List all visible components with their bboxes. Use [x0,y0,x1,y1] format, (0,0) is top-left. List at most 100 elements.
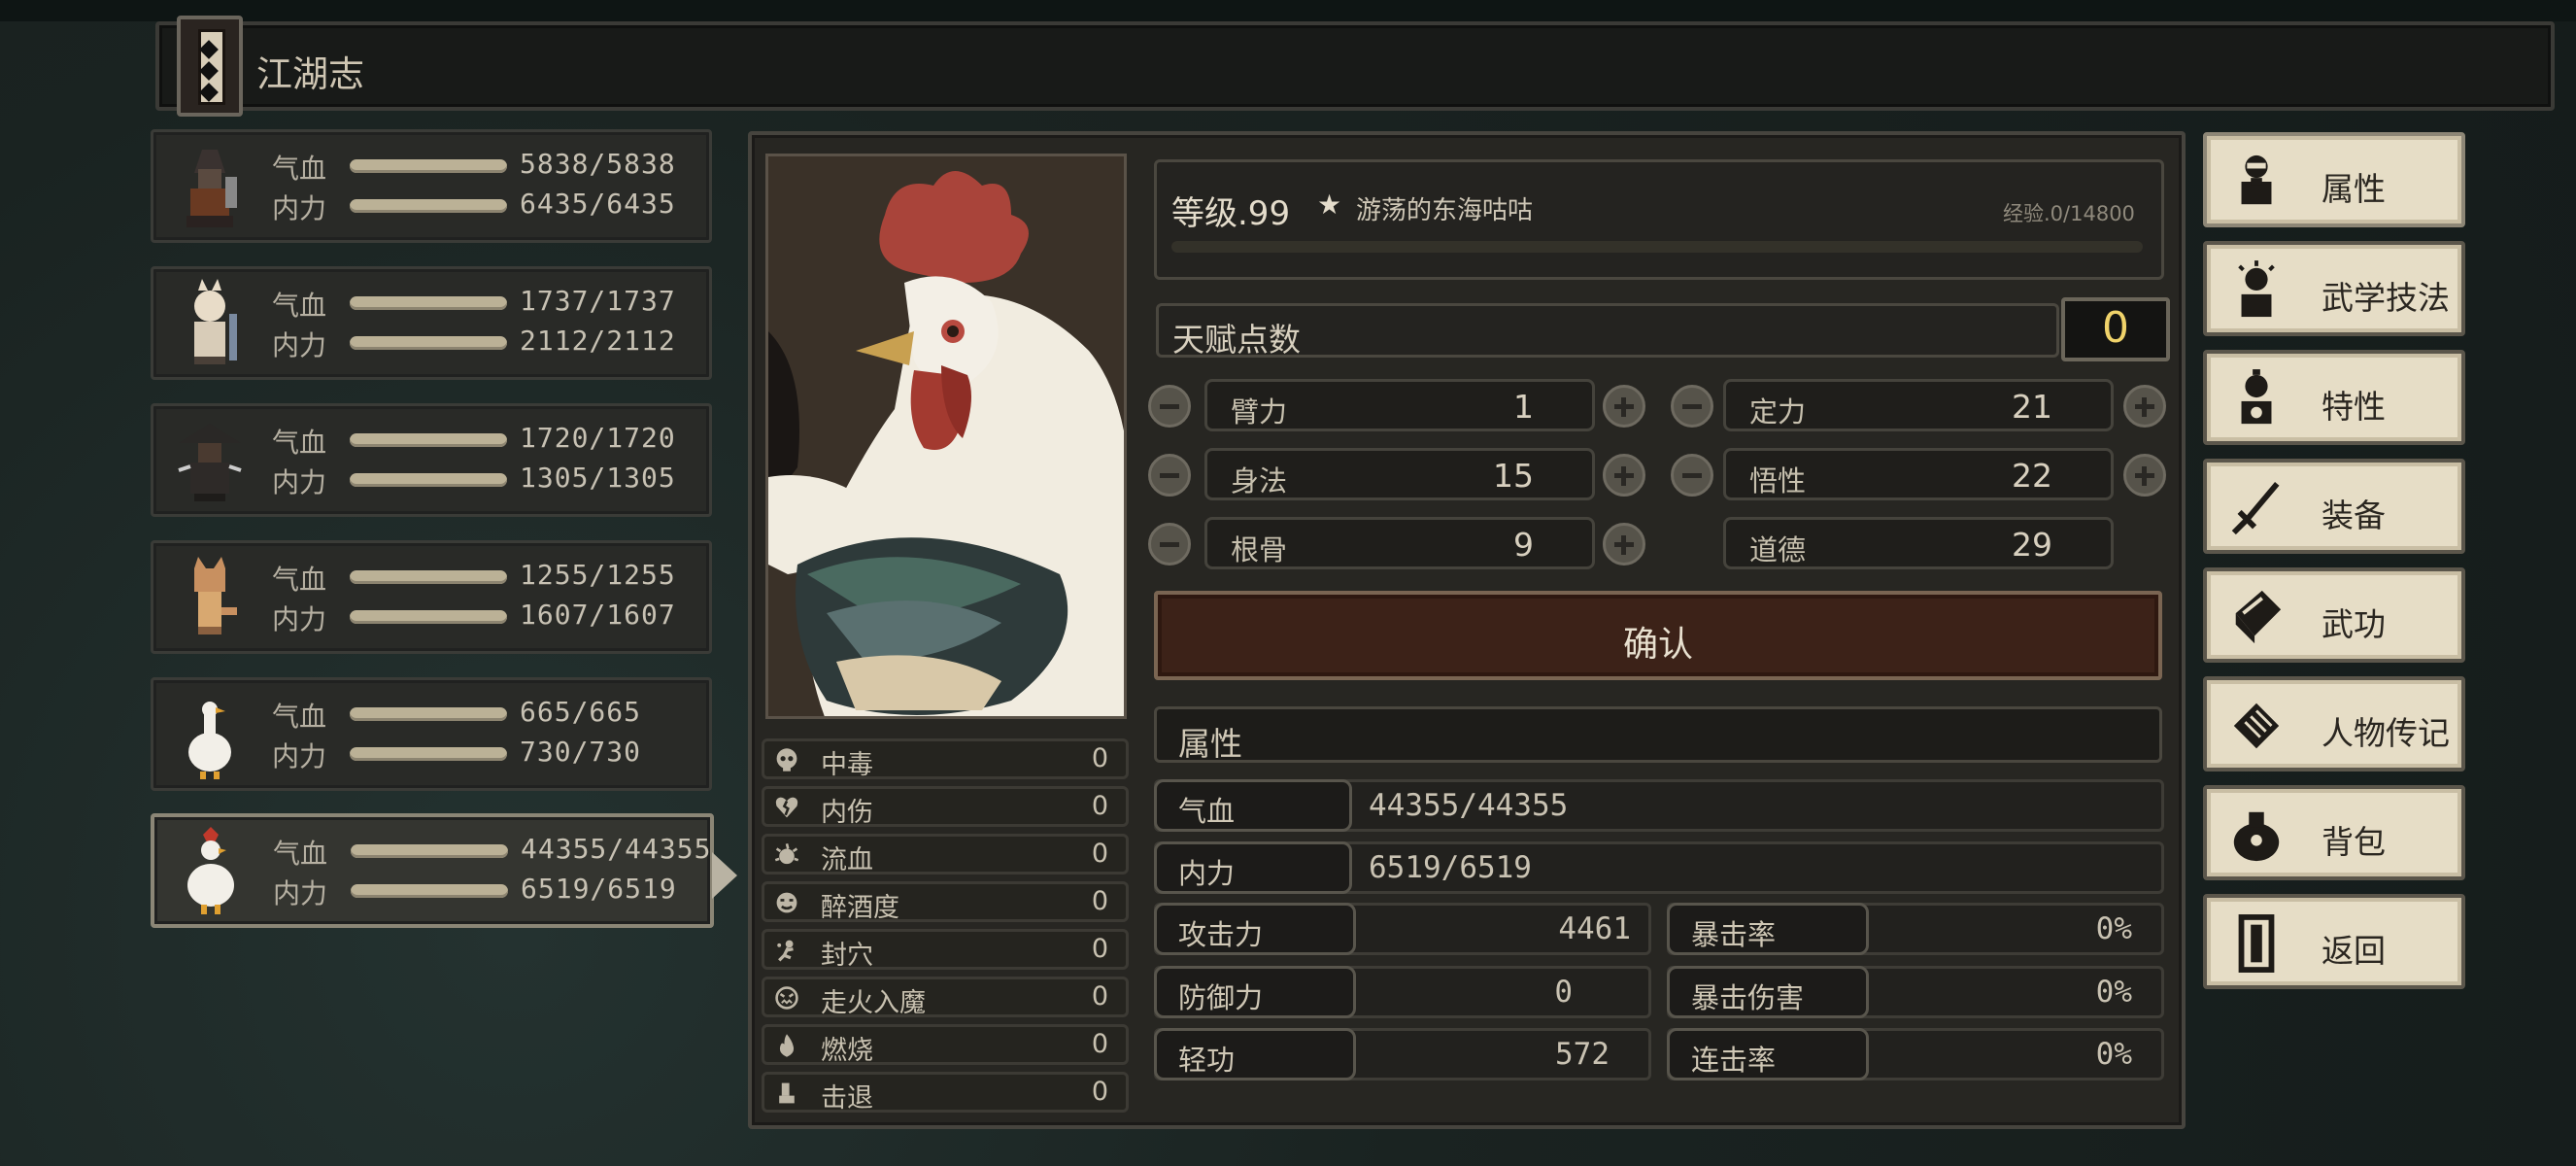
hp-bar [350,433,507,447]
hp-bar [350,296,507,310]
stat-mp-value: 6519/6519 [1369,850,1532,885]
person-trait-icon [2241,369,2272,425]
decrease-agility-button[interactable] [1148,454,1191,497]
party-member-6-selected[interactable]: 气血 内力 44355/44355 6519/6519 [151,813,737,928]
stat-hp-tag: 气血 [1154,779,1352,832]
stat-crit-damage-tag: 暴击伤害 [1667,966,1869,1018]
person-icon [2241,154,2272,205]
goose-avatar [188,702,231,779]
hp-label: 气血 [272,153,327,185]
stat-attack-row: 攻击力 4461 [1154,903,1651,955]
hp-value: 1255/1255 [520,559,676,591]
sword-icon [2231,481,2280,535]
menu-biography-button[interactable]: 人物传记 [2203,676,2465,772]
increase-strength-button[interactable] [1603,385,1645,428]
menu-attributes-button[interactable]: 属性 [2203,132,2465,227]
hp-value: 1720/1720 [520,422,676,454]
increase-insight-button[interactable] [2123,454,2166,497]
rooster-avatar [187,827,234,914]
header-bar [155,21,2555,111]
talent-points-value: 0 [2061,297,2170,361]
broken-heart-icon [775,797,798,818]
stat-attack-value: 4461 [1558,911,1631,946]
mp-label: 内力 [272,740,327,772]
book-icon [2235,590,2282,644]
decrease-insight-button[interactable] [1671,454,1713,497]
bag-icon [2233,811,2280,862]
stat-hp-value: 44355/44355 [1369,788,1569,823]
stat-crit-damage-row: 暴击伤害 0% [1667,966,2164,1018]
stat-combo-rate-value: 0% [2095,1037,2132,1072]
confirm-label: 确认 [1622,625,1693,665]
journal-book-icon [177,16,243,117]
mp-value: 1607/1607 [520,599,676,631]
stat-attack-tag: 攻击力 [1154,903,1356,955]
blood-splash-icon [774,842,799,865]
status-sealed-acupoint: 封穴 0 [762,929,1129,971]
menu-traits-button[interactable]: 特性 [2203,350,2465,445]
stat-crit-rate-row: 暴击率 0% [1667,903,2164,955]
menu-back-button[interactable]: 返回 [2203,894,2465,989]
hp-label: 气血 [272,427,327,459]
mp-label: 内力 [272,466,327,498]
mp-label: 内力 [272,329,327,361]
hp-label: 气血 [272,701,327,733]
status-bleeding: 流血 0 [762,834,1129,875]
mp-value: 2112/2112 [520,325,676,357]
party-member-1[interactable]: 气血 内力 5838/5838 6435/6435 [151,129,712,243]
decrease-focus-button[interactable] [1671,385,1713,428]
fox-avatar [194,557,237,634]
stat-defense-value: 0 [1554,975,1573,1010]
exp-label: 经验.0/14800 [2003,202,2135,225]
increase-constitution-button[interactable] [1603,523,1645,566]
menu-martial-arts-button[interactable]: 武功 [2203,567,2465,663]
confirm-button[interactable]: 确认 [1154,591,2162,680]
straw-hat-swordsman-avatar [178,424,242,501]
character-portrait [765,154,1127,719]
menu-inventory-button[interactable]: 背包 [2203,785,2465,880]
acupoint-icon [777,940,794,962]
scroll-icon [2233,703,2280,749]
mp-bar [350,473,507,487]
attr-agility: 身法 15 [1204,448,1595,500]
mp-label: 内力 [273,877,328,909]
status-burning: 燃烧 0 [762,1024,1129,1066]
mp-value: 730/730 [520,736,642,768]
mp-bar [350,747,507,761]
party-member-3[interactable]: 气血 内力 1720/1720 1305/1305 [151,403,712,517]
party-member-5[interactable]: 气血 内力 665/665 730/730 [151,677,712,791]
mp-bar [350,610,507,624]
stat-mp-tag: 内力 [1154,841,1352,894]
hp-bar [350,707,507,721]
talent-points-row: 天赋点数 [1156,303,2059,359]
status-knockback: 击退 0 [762,1072,1129,1114]
selection-arrow-icon [712,852,737,899]
rooster-portrait-image [768,156,1124,716]
attr-insight: 悟性 22 [1723,448,2114,500]
menu-equipment-button[interactable]: 装备 [2203,459,2465,554]
stat-lightness-tag: 轻功 [1154,1028,1356,1080]
character-nickname: 游荡的东海咕咕 [1356,196,1534,225]
status-internal-injury: 内伤 0 [762,786,1129,828]
decrease-strength-button[interactable] [1148,385,1191,428]
mp-bar [350,336,507,350]
mp-bar [351,884,508,898]
decrease-constitution-button[interactable] [1148,523,1191,566]
mp-value: 6519/6519 [521,873,677,905]
hp-label: 气血 [272,290,327,322]
increase-focus-button[interactable] [2123,385,2166,428]
mp-label: 内力 [272,192,327,224]
party-member-4[interactable]: 气血 内力 1255/1255 1607/1607 [151,540,712,654]
menu-martial-skills-button[interactable]: 武学技法 [2203,241,2465,336]
stat-crit-damage-value: 0% [2095,975,2132,1010]
increase-agility-button[interactable] [1603,454,1645,497]
star-icon: ★ [1317,189,1342,221]
party-member-2[interactable]: 气血 内力 1737/1737 2112/2112 [151,266,712,380]
person-spark-icon [2238,260,2275,318]
stat-lightness-row: 轻功 572 [1154,1028,1651,1080]
hp-label: 气血 [272,564,327,596]
flame-icon [779,1034,795,1057]
boot-icon [779,1082,795,1104]
stats-section-header: 属性 [1154,706,2162,763]
status-poison: 中毒 0 [762,738,1129,780]
